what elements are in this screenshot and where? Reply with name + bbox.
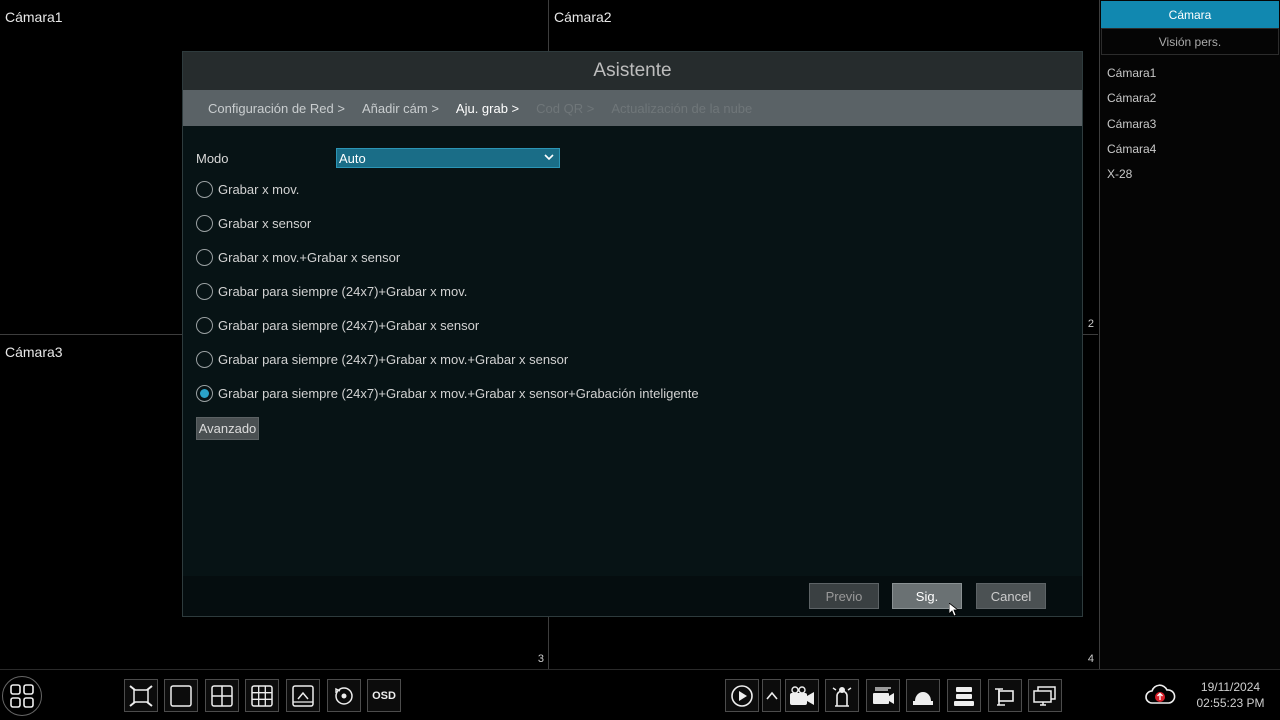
mode-select-value: Auto xyxy=(339,150,366,166)
step-add-camera[interactable]: Añadir cám > xyxy=(362,101,439,116)
chevron-up-icon xyxy=(765,691,778,700)
layout-9-button[interactable] xyxy=(245,679,279,712)
monitor-button[interactable] xyxy=(1028,679,1062,712)
alarm-button[interactable] xyxy=(825,679,859,712)
tab-camera[interactable]: Cámara xyxy=(1101,1,1279,28)
step-record-settings[interactable]: Aju. grab > xyxy=(456,101,519,116)
layout-4-button[interactable] xyxy=(205,679,239,712)
camera-number: 4 xyxy=(1087,653,1094,665)
advanced-button[interactable]: Avanzado xyxy=(196,417,259,440)
camera-motion-icon xyxy=(790,685,814,705)
disk-button[interactable] xyxy=(947,679,981,712)
network-button[interactable] xyxy=(988,679,1022,712)
play-icon xyxy=(731,684,753,707)
radio-label: Grabar x mov. xyxy=(218,182,300,197)
list-item[interactable]: Cámara4 xyxy=(1100,137,1280,162)
bottom-toolbar: OSD 19/11/2024 02:55:23 PM xyxy=(0,669,1280,720)
radio-button[interactable] xyxy=(196,317,213,334)
tab-custom-view[interactable]: Visión pers. xyxy=(1101,28,1279,55)
fullscreen-button[interactable] xyxy=(124,679,158,712)
radio-option-0[interactable]: Grabar x mov. xyxy=(196,181,299,198)
layout-1-button[interactable] xyxy=(164,679,198,712)
radio-option-2[interactable]: Grabar x mov.+Grabar x sensor xyxy=(196,249,400,266)
radio-label: Grabar para siempre (24x7)+Grabar x sens… xyxy=(218,318,480,333)
radio-button[interactable] xyxy=(196,249,213,266)
radio-button[interactable] xyxy=(196,283,213,300)
radio-label: Grabar para siempre (24x7)+Grabar x mov. xyxy=(218,284,468,299)
start-menu-button[interactable] xyxy=(2,676,42,716)
quad-view-icon xyxy=(211,684,233,707)
camera-list: Cámara1 Cámara2 Cámara3 Cámara4 X-28 xyxy=(1100,61,1280,187)
cancel-button[interactable]: Cancel xyxy=(976,583,1046,609)
dialog-body: Modo Auto Grabar x mov. Grabar x sensor … xyxy=(183,126,1082,578)
list-item[interactable]: X-28 xyxy=(1100,162,1280,187)
step-network[interactable]: Configuración de Red > xyxy=(208,101,345,116)
radio-option-5[interactable]: Grabar para siempre (24x7)+Grabar x mov.… xyxy=(196,351,568,368)
radio-option-3[interactable]: Grabar para siempre (24x7)+Grabar x mov. xyxy=(196,283,467,300)
custom-layout-button[interactable] xyxy=(286,679,320,712)
osd-label: OSD xyxy=(372,689,396,702)
record-status-button[interactable] xyxy=(866,679,900,712)
radio-label: Grabar para siempre (24x7)+Grabar x mov.… xyxy=(218,352,569,367)
list-item[interactable]: Cámara1 xyxy=(1100,61,1280,86)
sequence-button[interactable] xyxy=(327,679,361,712)
camera-panel: Cámara Visión pers. Cámara1 Cámara2 Cáma… xyxy=(1099,0,1280,669)
disk-stack-icon xyxy=(954,686,974,706)
datetime: 19/11/2024 02:55:23 PM xyxy=(1183,679,1278,711)
expand-button[interactable] xyxy=(762,679,781,712)
custom-layout-icon xyxy=(292,684,314,707)
mode-row: Modo Auto xyxy=(196,148,560,168)
camera-number: 3 xyxy=(537,653,544,665)
mode-label: Modo xyxy=(196,150,229,166)
dialog-title: Asistente xyxy=(183,52,1082,90)
network-icon xyxy=(995,687,1014,706)
date-text: 19/11/2024 xyxy=(1200,680,1261,694)
camera-number: 2 xyxy=(1087,318,1094,330)
record-status-icon xyxy=(873,686,894,704)
step-qr-code: Cod QR > xyxy=(536,100,595,116)
grid-menu-icon xyxy=(10,684,34,708)
wizard-dialog: Asistente Configuración de Red > Añadir … xyxy=(182,51,1083,617)
radio-label: Grabar x sensor xyxy=(218,216,312,231)
chevron-down-icon xyxy=(544,154,554,161)
radio-label: Grabar x mov.+Grabar x sensor xyxy=(218,250,401,265)
fullscreen-icon xyxy=(129,684,153,707)
refresh-icon xyxy=(335,686,353,705)
radio-button[interactable] xyxy=(196,181,213,198)
camera-title: Cámara1 xyxy=(5,9,63,25)
previous-button[interactable]: Previo xyxy=(809,583,879,609)
motion-record-button[interactable] xyxy=(785,679,819,712)
list-item[interactable]: Cámara3 xyxy=(1100,112,1280,137)
monitor-icon xyxy=(1033,685,1056,706)
step-cloud-update: Actualización de la nube xyxy=(611,100,753,116)
mouse-cursor-icon xyxy=(949,603,959,617)
alarm-person-icon xyxy=(832,686,852,707)
camera-title: Cámara3 xyxy=(5,344,63,360)
list-item[interactable]: Cámara2 xyxy=(1100,86,1280,111)
osd-button[interactable]: OSD xyxy=(367,679,401,712)
playback-button[interactable] xyxy=(725,679,759,712)
radio-label: Grabar para siempre (24x7)+Grabar x mov.… xyxy=(218,386,699,401)
wizard-steps: Configuración de Red > Añadir cám > Aju.… xyxy=(183,90,1082,126)
time-text: 02:55:23 PM xyxy=(1196,696,1265,710)
radio-button-selected[interactable] xyxy=(196,385,213,402)
cloud-upgrade-icon[interactable] xyxy=(1144,682,1176,708)
nine-view-icon xyxy=(251,684,273,707)
camera-title: Cámara2 xyxy=(554,9,612,25)
radio-option-4[interactable]: Grabar para siempre (24x7)+Grabar x sens… xyxy=(196,317,479,334)
radio-button[interactable] xyxy=(196,215,213,232)
radio-button[interactable] xyxy=(196,351,213,368)
dome-camera-button[interactable] xyxy=(906,679,940,712)
radio-option-1[interactable]: Grabar x sensor xyxy=(196,215,311,232)
dialog-footer: Previo Sig. Cancel xyxy=(183,576,1082,616)
single-view-icon xyxy=(170,684,192,707)
dome-camera-icon xyxy=(913,691,933,705)
mode-select[interactable]: Auto xyxy=(336,148,560,168)
radio-option-6[interactable]: Grabar para siempre (24x7)+Grabar x mov.… xyxy=(196,385,699,402)
